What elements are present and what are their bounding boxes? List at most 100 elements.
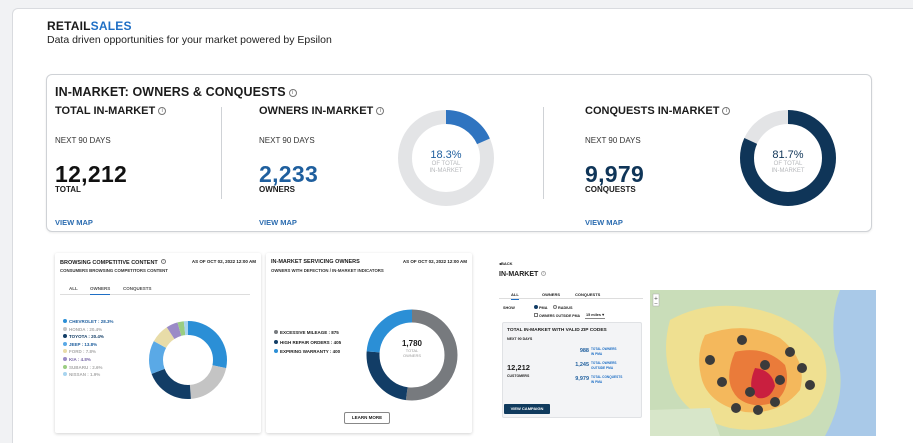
servicing-card: IN-MARKET SERVICING OWNERS AS OF OCT 02,… <box>266 253 472 433</box>
map-tabs: ALL OWNERS CONQUESTS <box>499 290 643 300</box>
servicing-center-label-2: OWNERS <box>403 353 421 358</box>
show-label: SHOW <box>503 306 515 310</box>
total-title-text: TOTAL IN-MARKET <box>55 105 156 117</box>
info-icon[interactable]: i <box>722 107 731 115</box>
summary-row-value: 9,979 <box>575 376 589 382</box>
legend-label: HONDA : 20.4% <box>69 326 103 332</box>
total-view-map-link[interactable]: VIEW MAP <box>55 218 93 227</box>
radio-radius[interactable]: RADIUS <box>553 305 573 310</box>
summary-total-label: CUSTOMERS <box>507 374 530 378</box>
legend-label: CHEVROLET : 28.3% <box>69 319 114 324</box>
in-market-panel: IN-MARKET: OWNERS & CONQUESTS i TOTAL IN-… <box>46 74 872 232</box>
summary-total-value: 12,212 <box>507 363 530 372</box>
browsing-card: BROWSING COMPETITIVE CONTENT i AS OF OCT … <box>55 253 261 433</box>
servicing-center-value: 1,780 <box>401 339 423 348</box>
servicing-donut-center: 1,780 TOTAL OWNERS <box>387 339 437 358</box>
servicing-title: IN-MARKET SERVICING OWNERS <box>271 259 360 265</box>
legend-dot-icon <box>274 330 278 334</box>
panel-title: IN-MARKET: OWNERS & CONQUESTS i <box>55 85 297 99</box>
tab-conquests[interactable]: CONQUESTS <box>123 286 152 291</box>
legend-dot-icon <box>63 319 67 323</box>
checkbox-label: OWNERS OUTSIDE PMA <box>539 314 581 318</box>
servicing-as-of: AS OF OCT 02, 2022 12:00 AM <box>402 259 467 264</box>
learn-more-button[interactable]: LEARN MORE <box>344 412 390 424</box>
radio-selected-icon <box>534 305 538 309</box>
map-tab-conquests[interactable]: CONQUESTS <box>575 292 600 297</box>
legend-dot-icon <box>274 339 278 344</box>
browsing-tabs: ALL OWNERS CONQUESTS <box>60 283 250 295</box>
total-unit: TOTAL <box>55 185 81 194</box>
owners-value: 2,233 <box>259 161 319 187</box>
radio-radius-label: RADIUS <box>558 306 573 310</box>
info-icon[interactable]: i <box>288 89 297 97</box>
legend-dot-icon <box>63 364 67 369</box>
owners-title-text: OWNERS IN-MARKET <box>259 105 374 117</box>
legend-dot-icon <box>63 341 67 346</box>
view-campaign-button[interactable]: VIEW CAMPAIGN <box>504 404 550 414</box>
legend-item: EXPIRING WARRANTY : 400 <box>274 349 340 354</box>
panel-title-text: IN-MARKET: OWNERS & CONQUESTS <box>55 85 286 99</box>
miles-select[interactable]: 15 miles ▾ <box>585 311 605 319</box>
tab-all[interactable]: ALL <box>69 286 78 291</box>
legend-label: JEEP : 13.8% <box>69 341 98 347</box>
owners-pct: 18.3% <box>430 149 462 161</box>
info-icon[interactable]: i <box>160 259 166 264</box>
conquests-value: 9,979 <box>585 161 645 187</box>
servicing-subtitle: OWNERS WITH DEFECTION / IN-MARKET INDICA… <box>271 268 384 273</box>
info-icon[interactable]: i <box>376 107 385 115</box>
heat-map-graphic: + − <box>650 290 876 436</box>
info-icon[interactable]: i <box>158 107 167 115</box>
legend-dot-icon <box>63 334 67 339</box>
radio-empty-icon <box>553 305 557 309</box>
brand-part-1: RETAIL <box>47 19 91 33</box>
tab-owners[interactable]: OWNERS <box>90 286 111 295</box>
radio-pma[interactable]: PMA <box>534 305 547 310</box>
browsing-as-of: AS OF OCT 02, 2022 12:00 AM <box>191 259 256 264</box>
zoom-out-icon[interactable]: − <box>654 301 658 307</box>
divider <box>221 107 222 199</box>
summary-row-value: 988 <box>579 348 589 354</box>
conquests-title-text: CONQUESTS IN-MARKET <box>585 105 720 117</box>
map-tab-owners[interactable]: OWNERS <box>542 292 560 297</box>
conquests-unit: CONQUESTS <box>585 185 636 194</box>
map-tab-all[interactable]: ALL <box>511 292 519 300</box>
legend-item: CHEVROLET : 28.3% <box>63 319 114 324</box>
conquests-title: CONQUESTS IN-MARKET i <box>585 105 731 117</box>
divider <box>543 107 544 199</box>
summary-row-label: TOTAL CONQUESTS <box>591 375 623 379</box>
legend-label: HIGH REPAIR ORDERS : 405 <box>280 339 342 345</box>
summary-row-label: IN PMA <box>591 352 603 356</box>
legend-item: HIGH REPAIR ORDERS : 405 <box>274 339 342 345</box>
conquests-donut-label: 81.7% OF TOTAL IN-MARKET <box>753 149 823 175</box>
summary-row-label: IN PMA <box>591 380 603 384</box>
legend-dot-icon <box>63 326 67 331</box>
map-card-title-text: IN-MARKET <box>499 271 539 278</box>
back-link-text: BACK <box>501 261 513 266</box>
legend-dot-icon <box>63 372 67 377</box>
owners-unit: OWNERS <box>259 185 295 194</box>
legend-label: NISSAN : 1.9% <box>69 372 101 378</box>
checkbox-icon <box>534 313 538 317</box>
owners-in-market: IN-MARKET <box>429 168 463 174</box>
conquests-pct: 81.7% <box>772 149 804 161</box>
miles-select-value: 15 miles <box>586 313 601 317</box>
legend-label: TOYOTA : 20.4% <box>69 334 104 340</box>
legend-dot-icon <box>63 357 67 361</box>
summary-row-value: 1,245 <box>575 362 589 368</box>
legend-dot-icon <box>63 349 67 354</box>
summary-row-label: OUTSIDE PMA <box>591 366 614 370</box>
conquests-in-market: IN-MARKET <box>771 168 805 174</box>
market-map[interactable]: + − <box>650 290 876 436</box>
back-link[interactable]: ◂BACK <box>499 261 513 266</box>
owners-outside-checkbox[interactable]: OWNERS OUTSIDE PMA <box>534 313 580 318</box>
legend-item: FORD : 7.8% <box>63 349 96 354</box>
legend-item: HONDA : 20.4% <box>63 326 103 332</box>
brand-part-2: SALES <box>90 19 132 33</box>
owners-view-map-link[interactable]: VIEW MAP <box>259 218 297 227</box>
info-icon[interactable]: i <box>541 271 547 276</box>
conquests-view-map-link[interactable]: VIEW MAP <box>585 218 623 227</box>
total-period: NEXT 90 DAYS <box>55 136 111 145</box>
owners-donut-label: 18.3% OF TOTAL IN-MARKET <box>411 149 481 175</box>
browsing-title-text: BROWSING COMPETITIVE CONTENT <box>60 260 158 266</box>
total-title: TOTAL IN-MARKET i <box>55 105 167 117</box>
